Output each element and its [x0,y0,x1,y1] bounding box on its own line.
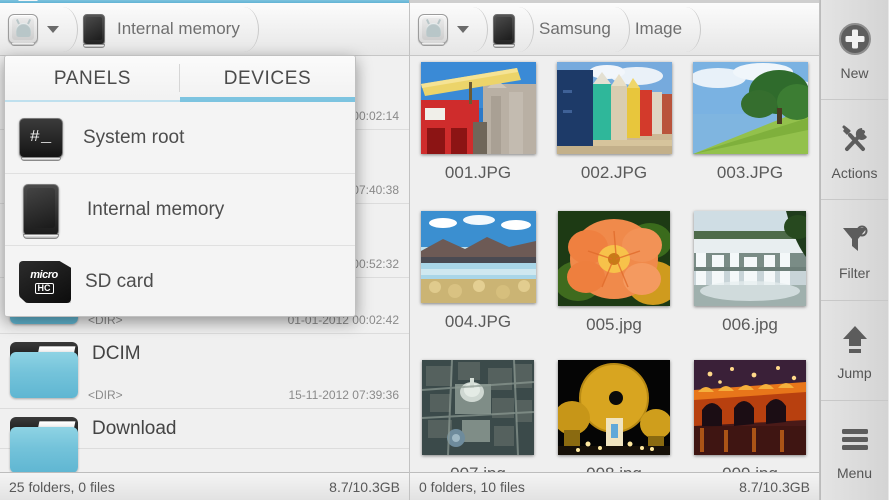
toolbar-label: Menu [837,465,872,481]
right-item-count: 0 folders, 10 files [419,479,525,495]
toolbar-label: Actions [832,165,878,181]
up-arrow-icon [839,319,871,359]
thumbnail-label: 001.JPG [445,163,511,183]
tab-panels-label: PANELS [54,68,131,90]
dropdown-item-label: System root [83,127,184,149]
left-file-panel: Internal memory <DIR> 01-01-2012 00:02:1… [0,0,410,500]
thumbnail-item-008[interactable]: 008.jpg [546,360,682,472]
file-type: <DIR> [88,388,123,402]
thumbnail-image[interactable] [694,211,806,306]
right-breadcrumb: Samsung Image [410,3,819,56]
toolbar-button-filter[interactable]: Filter [821,200,888,300]
thumbnail-image[interactable] [421,211,536,303]
thumbnail-image[interactable] [558,360,670,455]
dropdown-item-internal-memory[interactable]: Internal memory [5,174,355,246]
breadcrumb-item-internal-memory[interactable]: Internal memory [69,3,250,56]
right-toolbar: New Actions [820,0,888,500]
folder-icon [8,342,80,398]
droid-icon [418,14,448,44]
left-item-count: 25 folders, 0 files [9,479,115,495]
file-name: Download [92,418,177,440]
plus-circle-icon [838,19,872,59]
phone-icon [493,14,515,45]
tab-devices-label: DEVICES [224,68,312,90]
thumbnail-image[interactable] [558,211,670,306]
breadcrumb-device-selector-right[interactable] [410,3,479,56]
left-storage-info: 8.7/10.3GB [329,479,400,495]
phone-icon [23,184,59,236]
thumbnail-row: 004.JPG [410,211,819,360]
toolbar-label: Filter [839,265,870,281]
tools-icon [838,119,872,159]
toolbar-label: New [840,65,868,81]
droid-icon [8,14,38,44]
dropdown-item-system-root[interactable]: #_ System root [5,102,355,174]
hamburger-icon [839,419,871,459]
dropdown-arrow [18,0,38,1]
breadcrumb-item-device[interactable] [479,3,525,56]
thumbnail-image[interactable] [694,360,806,455]
toolbar-button-new[interactable]: New [821,0,888,100]
thumbnail-item-004[interactable]: 004.JPG [410,211,546,360]
file-manager-app: Internal memory <DIR> 01-01-2012 00:02:1… [0,0,889,500]
thumbnail-image[interactable] [422,360,534,455]
thumbnail-image[interactable] [421,62,536,154]
left-breadcrumb: Internal memory [0,3,409,56]
dropdown-item-sd-card[interactable]: microHC SD card [5,246,355,317]
thumbnail-item-006[interactable]: 006.jpg [682,211,818,360]
funnel-icon [839,219,871,259]
thumbnail-label: 007.jpg [450,464,506,472]
sd-card-icon: microHC [19,261,71,303]
right-storage-info: 8.7/10.3GB [739,479,810,495]
left-status-bar: 25 folders, 0 files 8.7/10.3GB [0,472,409,500]
thumbnail-label: 004.JPG [445,312,511,332]
chevron-down-icon[interactable] [47,26,59,33]
chevron-down-icon[interactable] [457,26,469,33]
right-status-bar: 0 folders, 10 files 8.7/10.3GB [410,472,819,500]
breadcrumb-device-selector[interactable] [0,3,69,56]
thumbnail-row: 001.JPG [410,62,819,211]
thumbnail-label: 002.JPG [581,163,647,183]
thumbnail-item-009[interactable]: 009.jpg [682,360,818,472]
thumbnail-grid[interactable]: 001.JPG [410,56,819,472]
thumbnail-item-007[interactable]: 007.jpg [410,360,546,472]
thumbnail-item-003[interactable]: 003.JPG [682,62,818,211]
thumbnail-item-002[interactable]: 002.JPG [546,62,682,211]
terminal-root-icon: #_ [19,118,63,158]
file-date: 15-11-2012 07:39:36 [288,388,399,402]
toolbar-button-menu[interactable]: Menu [821,401,888,500]
breadcrumb-label: Internal memory [117,19,240,39]
toolbar-label: Jump [837,365,871,381]
breadcrumb-label: Image [635,19,682,39]
thumbnail-item-005[interactable]: 005.jpg [546,211,682,360]
toolbar-button-actions[interactable]: Actions [821,100,888,200]
phone-icon [83,14,105,45]
thumbnail-label: 009.jpg [722,464,778,472]
table-row[interactable]: Download [0,409,409,449]
breadcrumb-label: Samsung [539,19,611,39]
dropdown-tabs: PANELS DEVICES [5,56,355,102]
tab-panels[interactable]: PANELS [5,56,180,102]
right-file-panel: Samsung Image [410,0,820,500]
thumbnail-row: 007.jpg [410,360,819,472]
thumbnail-label: 006.jpg [722,315,778,335]
devices-dropdown[interactable]: PANELS DEVICES #_ System root Internal [4,55,356,317]
breadcrumb-item-samsung[interactable]: Samsung [525,3,621,56]
thumbnail-image[interactable] [557,62,672,154]
thumbnail-label: 008.jpg [586,464,642,472]
dropdown-item-label: SD card [85,271,154,293]
dropdown-item-label: Internal memory [87,199,224,221]
toolbar-button-jump[interactable]: Jump [821,301,888,401]
table-row[interactable]: DCIM <DIR> 15-11-2012 07:39:36 [0,334,409,409]
folder-icon [8,417,80,472]
thumbnail-image[interactable] [693,62,808,154]
breadcrumb-item-image[interactable]: Image [621,3,692,56]
tab-devices[interactable]: DEVICES [180,56,355,102]
file-name: DCIM [92,343,141,365]
thumbnail-label: 005.jpg [586,315,642,335]
thumbnail-label: 003.JPG [717,163,783,183]
thumbnail-item-001[interactable]: 001.JPG [410,62,546,211]
